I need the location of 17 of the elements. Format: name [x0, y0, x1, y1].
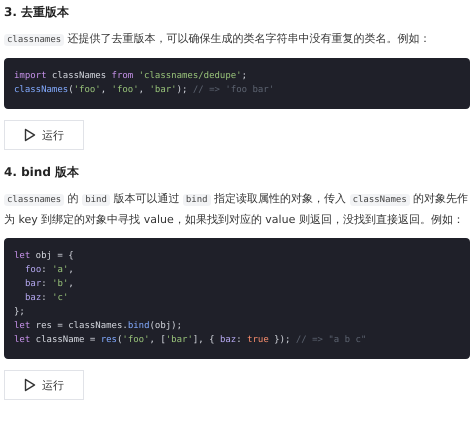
run-button[interactable]: 运行 [4, 120, 84, 150]
code-line: import classNames from 'classnames/dedupe'; [14, 70, 248, 83]
code-line: classNames('foo', 'foo', 'bar'); // => 'foo bar' [14, 84, 276, 97]
paragraph: classnames 还提供了去重版本，可以确保生成的类名字符串中没有重复的类名。例如： [4, 29, 470, 50]
run-button[interactable]: 运行 [4, 370, 84, 400]
code-line: let obj = { [14, 250, 75, 263]
play-icon [24, 378, 36, 392]
code-line: foo: 'a', [24, 264, 75, 277]
code-line: baz: 'c' [24, 292, 70, 305]
code-line: }; [14, 306, 26, 319]
play-icon [24, 128, 36, 142]
section-heading: 3. 去重版本 [4, 4, 70, 20]
code-line: let className = res('foo', ['bar'], { baz: true }); // => "a b c" [14, 334, 368, 347]
code-line: let res = classNames.bind(obj); [14, 320, 184, 333]
section-heading: 4. bind 版本 [4, 164, 80, 180]
paragraph: classnames 的 bind 版本可以通过 bind 指定读取属性的对象，传入 classNames 的对象先作为 key 到绑定的对象中寻找 value，如果找到对应的 value 则返回，没找到直接返回。例如： [4, 191, 470, 228]
code-line: bar: 'b', [24, 278, 75, 291]
